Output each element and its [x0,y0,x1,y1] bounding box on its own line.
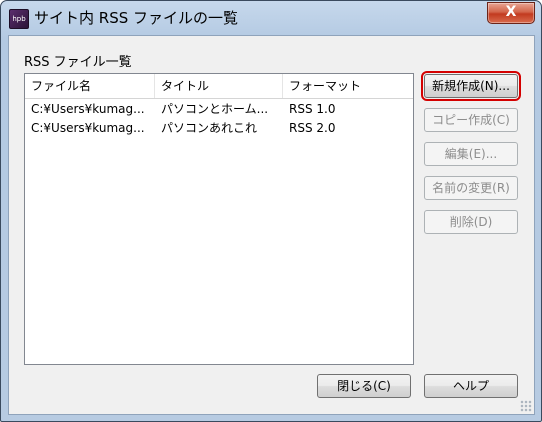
list-row[interactable]: C:¥Users¥kumag... パソコンとホーム... RSS 1.0 [25,100,413,119]
column-header-filename[interactable]: ファイル名 [25,74,155,98]
row-filename: C:¥Users¥kumag... [31,102,145,116]
list-header: ファイル名 タイトル フォーマット [25,74,413,99]
rss-file-list[interactable]: ファイル名 タイトル フォーマット C:¥Users¥kumag... パソコン… [24,73,414,365]
row-filename: C:¥Users¥kumag... [31,121,145,135]
window-title: サイト内 RSS ファイルの一覧 [34,9,239,27]
rss-list-label: RSS ファイル一覧 [24,55,132,70]
row-title: パソコンあれこれ [161,121,258,135]
dialog-window: hpb サイト内 RSS ファイルの一覧 X RSS ファイル一覧 ファイル名 … [0,0,542,422]
delete-button[interactable]: 削除(D) [424,210,518,234]
close-button[interactable]: 閉じる(C) [317,374,411,398]
new-button[interactable]: 新規作成(N)... [421,71,521,101]
close-icon: X [505,4,517,20]
title-bar[interactable]: hpb サイト内 RSS ファイルの一覧 X [1,1,541,35]
app-icon: hpb [9,9,29,29]
help-button[interactable]: ヘルプ [424,374,518,398]
dialog-content: RSS ファイル一覧 ファイル名 タイトル フォーマット C:¥Users¥ku… [8,35,535,415]
row-format: RSS 1.0 [289,102,336,116]
close-window-button[interactable]: X [487,2,535,24]
edit-button[interactable]: 編集(E)... [424,142,518,166]
column-header-format[interactable]: フォーマット [283,74,413,98]
list-row[interactable]: C:¥Users¥kumag... パソコンあれこれ RSS 2.0 [25,119,413,138]
row-title: パソコンとホーム... [161,102,269,116]
rename-button[interactable]: 名前の変更(R) [424,176,518,200]
column-header-title[interactable]: タイトル [155,74,283,98]
resize-grip-icon[interactable] [520,400,532,412]
copy-button[interactable]: コピー作成(C) [424,108,518,132]
row-format: RSS 2.0 [289,121,336,135]
